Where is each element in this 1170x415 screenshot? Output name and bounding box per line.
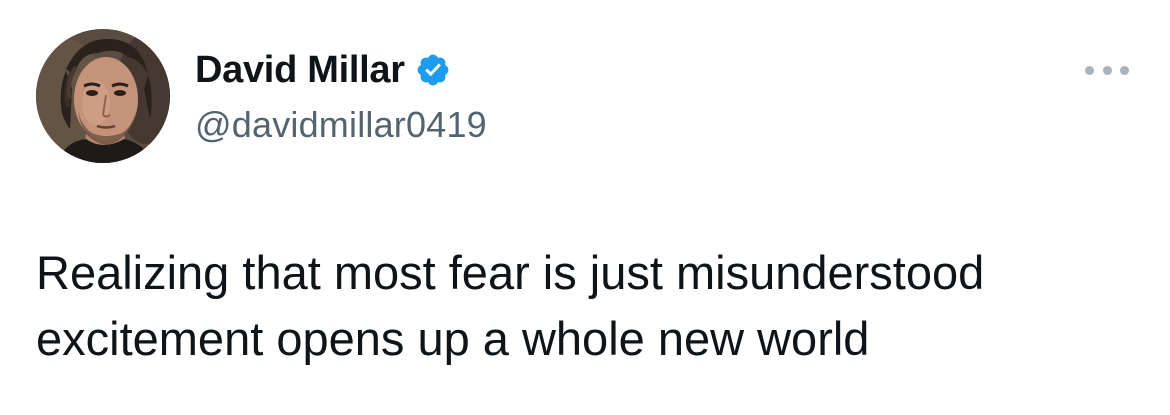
verified-badge-icon[interactable] — [415, 52, 451, 88]
user-handle[interactable]: @davidmillar0419 — [195, 104, 487, 146]
more-dot — [1120, 65, 1129, 75]
profile-photo-icon — [36, 29, 170, 163]
tweet-card: David Millar @davidmillar0419 Realizing … — [0, 0, 1170, 415]
avatar[interactable] — [36, 29, 170, 163]
more-dot — [1085, 65, 1094, 75]
author-name-row: David Millar — [195, 44, 451, 96]
more-dot — [1102, 65, 1112, 75]
more-options-icon[interactable] — [1085, 55, 1129, 85]
tweet-text-line-2: excitement opens up a whole new world — [36, 312, 870, 365]
tweet-text-line-1: Realizing that most fear is just misunde… — [36, 246, 985, 299]
display-name[interactable]: David Millar — [195, 49, 405, 92]
tweet-text: Realizing that most fear is just misunde… — [36, 240, 1146, 372]
